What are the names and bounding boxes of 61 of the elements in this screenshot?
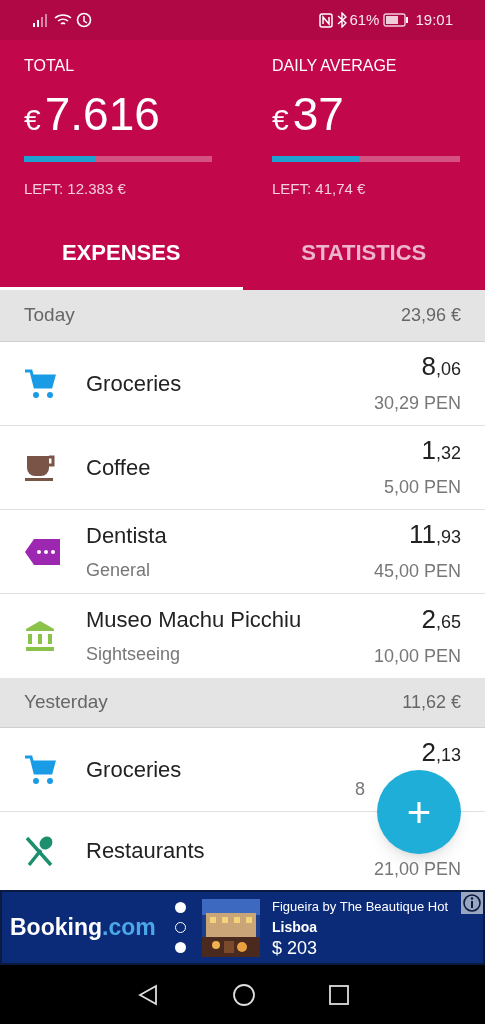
expense-name: Coffee <box>86 453 152 482</box>
data-saver-icon <box>76 12 92 28</box>
converted-amount: 30,29 PEN <box>373 392 461 415</box>
currency-symbol: € <box>272 102 289 138</box>
day-title: Today <box>24 303 75 328</box>
cart-icon <box>24 368 56 399</box>
amount-cents: ,06 <box>435 358 461 381</box>
amount-whole: 1 <box>421 435 436 465</box>
recents-icon[interactable] <box>328 984 349 1005</box>
brand-suffix: .com <box>102 913 156 943</box>
cart-icon <box>24 754 56 785</box>
day-total: 23,96 € <box>400 304 461 327</box>
back-icon[interactable] <box>136 983 159 1006</box>
home-icon[interactable] <box>231 982 256 1007</box>
amount-cents: ,32 <box>435 442 461 465</box>
day-title: Yesterday <box>24 690 108 715</box>
expense-name: Museo Machu Picchiu <box>86 606 303 634</box>
summary-label: TOTAL <box>24 56 76 76</box>
converted-amount: 45,00 PEN <box>373 560 461 583</box>
amount-cents: ,93 <box>435 526 461 549</box>
nfc-icon <box>319 12 334 28</box>
expense-name: Dentista <box>86 521 168 550</box>
summary-value: 37 <box>292 87 344 142</box>
expense-name: Restaurants <box>86 837 206 865</box>
converted-amount: 21,00 PEN <box>373 858 461 881</box>
hotel-name: Figueira by The Beautique Hot <box>272 898 449 916</box>
amount-whole: 8 <box>421 351 436 381</box>
summary-value: 7.616 <box>44 87 160 142</box>
day-total: 11,62 € <box>402 691 461 714</box>
clock: 19:01 <box>415 9 453 30</box>
remaining-text: LEFT: 12.383 € <box>24 179 127 199</box>
info-icon[interactable] <box>461 892 483 914</box>
bluetooth-icon <box>337 12 348 28</box>
amount-whole: 2 <box>421 737 436 767</box>
tab[interactable]: STATISTICS <box>242 222 485 290</box>
price-text: $ 203 <box>272 938 319 959</box>
brand-name: Booking <box>10 913 102 943</box>
amount-whole: 11 <box>408 519 436 549</box>
battery-percent: 61% <box>349 9 380 30</box>
museum-icon <box>24 620 56 652</box>
battery-icon <box>383 13 410 27</box>
category-text: General <box>86 558 152 582</box>
converted-amount: 10,00 PEN <box>373 644 461 668</box>
fork-spoon-icon <box>24 835 54 867</box>
category-text: Sightseeing <box>86 643 182 666</box>
city-name: Lisboa <box>272 918 319 937</box>
ad-banner[interactable]: Booking.com Figueira by The Beautique Hot Lisboa $ 203 <box>0 890 485 965</box>
remaining-text: LEFT: 41,74 € <box>272 179 367 199</box>
wifi-icon <box>54 13 72 27</box>
converted-amount: 8 <box>355 778 365 801</box>
summary-label: DAILY AVERAGE <box>272 56 398 76</box>
coffee-cup-icon <box>24 453 56 482</box>
amount-whole: 2 <box>421 603 436 634</box>
amount-cents: ,65 <box>435 610 461 634</box>
tag-icon <box>24 537 62 566</box>
expense-name: Groceries <box>86 755 183 784</box>
currency-symbol: € <box>24 102 41 138</box>
expense-name: Groceries <box>86 369 183 398</box>
converted-amount: 5,00 PEN <box>383 476 461 499</box>
amount-cents: ,13 <box>435 744 461 767</box>
signal-icon <box>32 13 48 27</box>
